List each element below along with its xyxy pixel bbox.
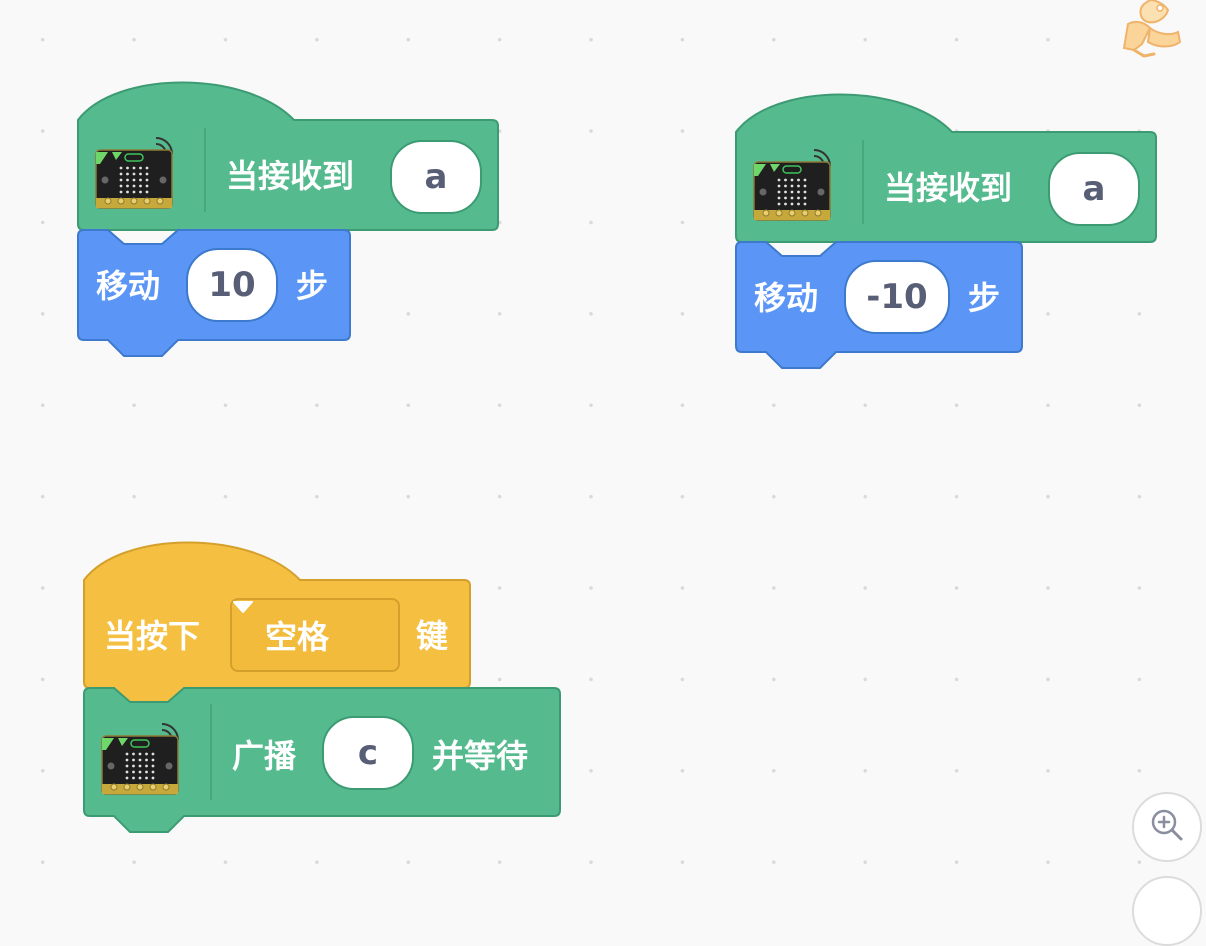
cat-sprite-icon[interactable] — [1114, 0, 1186, 60]
when-receive-hat-block[interactable]: 当接收到 a — [76, 81, 500, 232]
move-label: 移动 — [96, 267, 161, 305]
zoom-in-button[interactable] — [1132, 792, 1202, 862]
when-receive-label: 当接收到 — [226, 157, 355, 195]
move-label: 移动 — [754, 279, 819, 317]
steps-input[interactable]: 10 — [186, 248, 278, 322]
script-1[interactable]: 当接收到 a 移动 10 步 — [76, 81, 506, 362]
key-suffix-label: 键 — [416, 617, 449, 655]
move-steps-block[interactable]: 移动 10 步 — [76, 228, 356, 358]
microbit-board-icon — [752, 149, 834, 222]
broadcast-and-wait-block[interactable]: 广播 c 并等待 — [82, 686, 568, 836]
chevron-down-icon — [233, 601, 365, 642]
broadcast-message-input[interactable]: c — [322, 716, 414, 790]
steps-unit-label: 步 — [296, 267, 329, 305]
and-wait-label: 并等待 — [432, 737, 529, 775]
when-key-pressed-hat-block[interactable]: 当按下 空格 键 — [82, 541, 476, 705]
divider — [862, 140, 864, 224]
script-3[interactable]: 当按下 空格 键 广播 c 并等待 — [82, 541, 572, 842]
when-receive-label: 当接收到 — [884, 169, 1013, 207]
key-dropdown[interactable]: 空格 — [230, 598, 400, 672]
microbit-board-icon — [100, 723, 182, 796]
divider — [210, 704, 212, 800]
microbit-board-icon — [94, 137, 176, 210]
when-key-pressed-label: 当按下 — [104, 617, 201, 655]
key-dropdown-value: 空格 — [264, 618, 329, 656]
divider — [204, 128, 206, 212]
message-input[interactable]: a — [390, 140, 482, 214]
zoom-in-icon — [1147, 805, 1187, 850]
steps-unit-label: 步 — [968, 279, 1001, 317]
when-receive-hat-block[interactable]: 当接收到 a — [734, 93, 1158, 244]
steps-input[interactable]: -10 — [844, 260, 950, 334]
message-input[interactable]: a — [1048, 152, 1140, 226]
script-2[interactable]: 当接收到 a 移动 -10 步 — [734, 93, 1164, 374]
zoom-out-button[interactable] — [1132, 876, 1202, 946]
move-steps-block[interactable]: 移动 -10 步 — [734, 240, 1026, 370]
broadcast-label: 广播 — [232, 737, 297, 775]
